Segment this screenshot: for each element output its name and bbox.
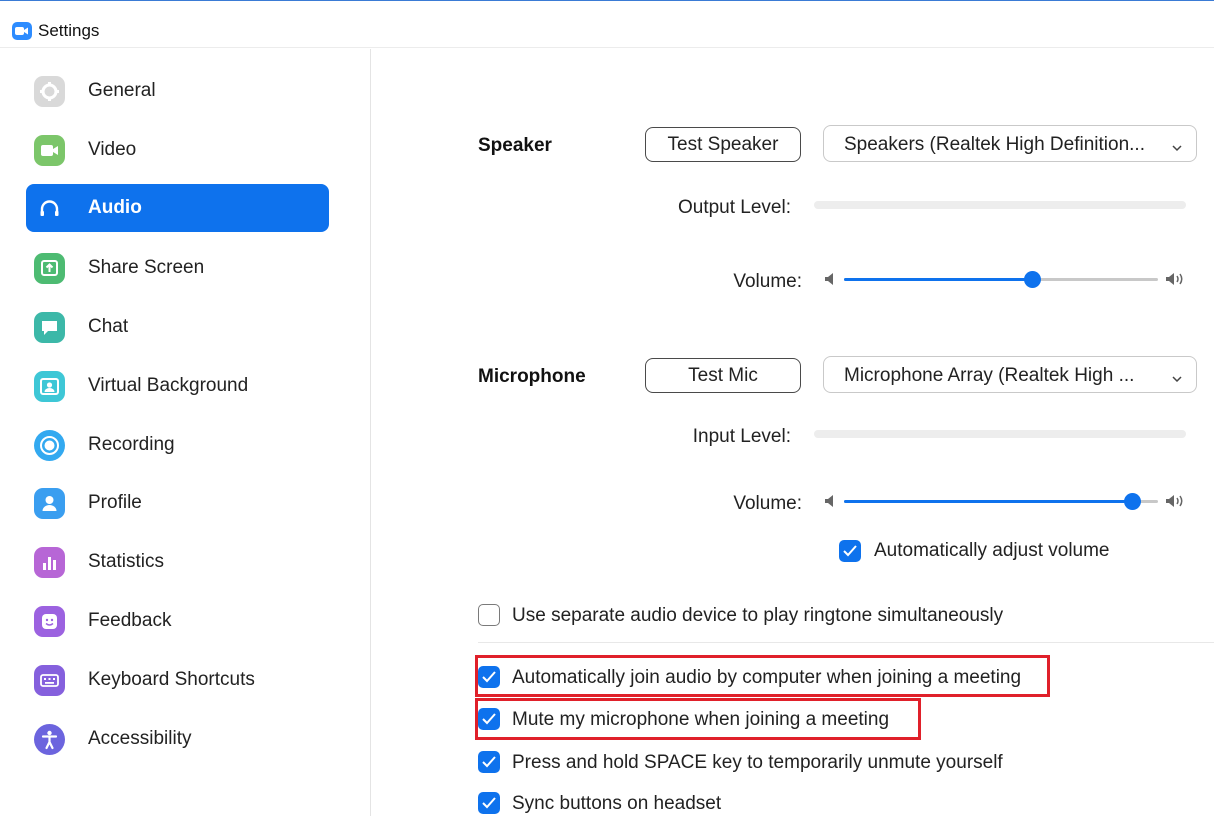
- microphone-volume-label: Volume:: [733, 493, 802, 514]
- settings-sidebar: General Video Audio Share Screen Chat Vi…: [0, 49, 371, 816]
- sidebar-item-label: Chat: [88, 316, 129, 337]
- sidebar-item-accessibility[interactable]: Accessibility: [26, 715, 329, 763]
- volume-high-icon: [1165, 493, 1185, 514]
- sidebar-item-label: Keyboard Shortcuts: [88, 669, 255, 690]
- sidebar-item-video[interactable]: Video: [26, 126, 329, 174]
- input-level-label: Input Level:: [692, 426, 791, 447]
- speaker-volume-label: Volume:: [733, 271, 802, 292]
- microphone-device-select[interactable]: Microphone Array (Realtek High ...: [823, 356, 1197, 393]
- separate-ringtone-label: Use separate audio device to play ringto…: [512, 605, 1004, 626]
- sidebar-item-profile[interactable]: Profile: [26, 479, 329, 527]
- sidebar-item-share-screen[interactable]: Share Screen: [26, 244, 329, 292]
- sidebar-item-audio[interactable]: Audio: [26, 184, 329, 232]
- chevron-down-icon: [1172, 370, 1182, 388]
- sidebar-item-label: Accessibility: [88, 728, 192, 749]
- test-mic-button[interactable]: Test Mic: [645, 358, 801, 393]
- volume-low-icon: [824, 494, 835, 513]
- sidebar-item-keyboard-shortcuts[interactable]: Keyboard Shortcuts: [26, 656, 329, 704]
- speaker-volume-fill: [844, 278, 1033, 281]
- volume-low-icon: [824, 272, 835, 291]
- space-to-unmute-label: Press and hold SPACE key to temporarily …: [512, 752, 1003, 773]
- microphone-volume-fill: [844, 500, 1133, 503]
- auto-adjust-volume-label: Automatically adjust volume: [874, 540, 1110, 561]
- sidebar-item-feedback[interactable]: Feedback: [26, 597, 329, 645]
- sidebar-item-label: Video: [88, 139, 137, 160]
- sidebar-item-label: Feedback: [88, 610, 172, 631]
- sidebar-item-label: Audio: [88, 197, 142, 218]
- section-divider: [478, 642, 1214, 643]
- speaker-volume-slider[interactable]: [844, 271, 1158, 288]
- microphone-device-value: Microphone Array (Realtek High ...: [844, 365, 1135, 386]
- chevron-down-icon: [1172, 139, 1182, 157]
- record-icon: [34, 430, 65, 461]
- separate-ringtone-checkbox[interactable]: [478, 604, 500, 626]
- person-background-icon: [34, 371, 65, 402]
- highlight-box: [475, 698, 921, 740]
- speaker-volume-thumb[interactable]: [1023, 271, 1041, 288]
- sidebar-item-label: Profile: [88, 492, 142, 513]
- speaker-device-select[interactable]: Speakers (Realtek High Definition...: [823, 125, 1197, 162]
- auto-adjust-volume-checkbox[interactable]: [839, 540, 861, 562]
- title-bar: Settings: [0, 10, 1214, 48]
- zoom-app-icon: [12, 22, 32, 40]
- sidebar-item-label: Recording: [88, 434, 175, 455]
- bar-chart-icon: [34, 547, 65, 578]
- profile-icon: [34, 488, 65, 519]
- speaker-section-label: Speaker: [478, 135, 552, 156]
- sidebar-item-chat[interactable]: Chat: [26, 303, 329, 351]
- accessibility-icon: [34, 724, 65, 755]
- input-level-meter: [814, 430, 1186, 438]
- audio-settings-panel: Speaker Test Speaker Speakers (Realtek H…: [372, 49, 1214, 816]
- microphone-volume-slider[interactable]: [844, 493, 1158, 510]
- sync-headset-buttons-label: Sync buttons on headset: [512, 793, 722, 814]
- headphones-icon: [34, 193, 65, 224]
- window-title: Settings: [38, 21, 100, 40]
- sidebar-item-label: Statistics: [88, 551, 165, 572]
- test-speaker-button[interactable]: Test Speaker: [645, 127, 801, 162]
- output-level-label: Output Level:: [677, 197, 791, 218]
- sidebar-item-general[interactable]: General: [26, 67, 329, 115]
- video-camera-icon: [34, 135, 65, 166]
- space-to-unmute-checkbox[interactable]: [478, 751, 500, 773]
- sidebar-item-recording[interactable]: Recording: [26, 421, 329, 469]
- sidebar-item-label: Share Screen: [88, 257, 205, 278]
- chat-bubble-icon: [34, 312, 65, 343]
- sidebar-item-statistics[interactable]: Statistics: [26, 538, 329, 586]
- gear-icon: [34, 76, 65, 107]
- microphone-section-label: Microphone: [478, 366, 586, 387]
- window-top-border: [0, 0, 1214, 10]
- share-screen-icon: [34, 253, 65, 284]
- microphone-volume-thumb[interactable]: [1124, 493, 1142, 510]
- sync-headset-buttons-checkbox[interactable]: [478, 792, 500, 814]
- sidebar-item-label: General: [88, 80, 156, 101]
- smiley-icon: [34, 606, 65, 637]
- speaker-device-value: Speakers (Realtek High Definition...: [844, 134, 1145, 155]
- keyboard-icon: [34, 665, 65, 696]
- highlight-box: [475, 655, 1050, 697]
- output-level-meter: [814, 201, 1186, 209]
- sidebar-item-virtual-background[interactable]: Virtual Background: [26, 362, 329, 410]
- volume-high-icon: [1165, 271, 1185, 292]
- sidebar-item-label: Virtual Background: [88, 375, 249, 396]
